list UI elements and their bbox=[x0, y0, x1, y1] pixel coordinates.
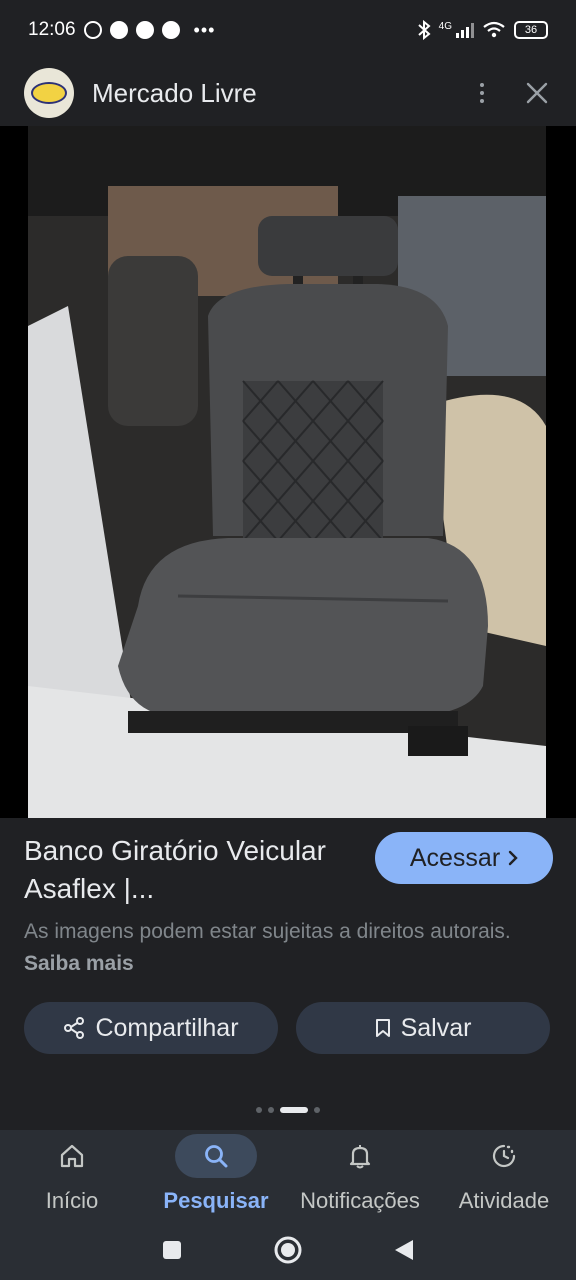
share-icon bbox=[64, 1017, 85, 1039]
system-navigation-bar bbox=[0, 1220, 576, 1280]
activity-icon bbox=[492, 1144, 516, 1168]
copyright-notice: As imagens podem estar sujeitas a direit… bbox=[24, 916, 534, 980]
signal-icon bbox=[456, 22, 474, 38]
bluetooth-icon bbox=[417, 20, 431, 40]
product-info-panel: Banco Giratório Veicular Asaflex |... Ac… bbox=[0, 818, 576, 1090]
status-time: 12:06 bbox=[28, 19, 76, 40]
alarm-icon bbox=[83, 21, 102, 39]
wifi-icon bbox=[483, 21, 505, 38]
recents-icon[interactable] bbox=[161, 1239, 183, 1261]
nav-label: Pesquisar bbox=[163, 1188, 269, 1213]
chevron-right-icon bbox=[508, 850, 518, 866]
share-button[interactable]: Compartilhar bbox=[24, 1002, 278, 1054]
nav-item-home[interactable]: Início bbox=[0, 1130, 144, 1220]
nav-label: Notificações bbox=[300, 1188, 420, 1213]
bookmark-icon bbox=[375, 1019, 390, 1037]
save-label: Salvar bbox=[400, 1013, 472, 1042]
nav-item-notifications[interactable]: Notificações bbox=[288, 1130, 432, 1220]
bottom-navigation: Início Pesquisar Notificações Atividade bbox=[0, 1130, 576, 1220]
carousel-indicator bbox=[0, 1090, 576, 1130]
status-bar: 12:06 ••• 4G 36 bbox=[0, 0, 576, 60]
carousel-dot bbox=[314, 1107, 320, 1113]
image-viewer[interactable] bbox=[0, 126, 576, 818]
facebook-icon bbox=[135, 21, 154, 39]
product-title[interactable]: Banco Giratório Veicular Asaflex |... bbox=[24, 832, 344, 908]
bell-icon bbox=[349, 1145, 371, 1169]
learn-more-link[interactable]: Saiba mais bbox=[24, 952, 134, 975]
facebook-icon bbox=[109, 21, 128, 39]
battery-icon: 36 bbox=[514, 21, 548, 39]
facebook-icon bbox=[161, 21, 180, 39]
nav-label: Início bbox=[45, 1188, 99, 1213]
back-icon[interactable] bbox=[393, 1238, 415, 1262]
carousel-dot bbox=[268, 1107, 274, 1113]
carousel-dot bbox=[256, 1107, 262, 1113]
battery-level: 36 bbox=[524, 24, 538, 36]
app-header: Mercado Livre bbox=[0, 60, 576, 126]
carousel-dot-active bbox=[280, 1107, 308, 1113]
home-button-icon[interactable] bbox=[273, 1235, 303, 1265]
copyright-text: As imagens podem estar sujeitas a direit… bbox=[24, 920, 511, 943]
share-label: Compartilhar bbox=[95, 1013, 239, 1042]
visit-button-label: Acessar bbox=[409, 843, 501, 872]
nav-item-activity[interactable]: Atividade bbox=[432, 1130, 576, 1220]
close-icon[interactable] bbox=[526, 82, 548, 104]
system-status: 4G 36 bbox=[417, 20, 548, 40]
product-image bbox=[28, 126, 546, 818]
home-icon bbox=[60, 1144, 84, 1168]
notification-icons: ••• bbox=[83, 19, 216, 41]
network-type: 4G bbox=[438, 20, 452, 32]
visit-button[interactable]: Acessar bbox=[375, 832, 553, 884]
more-notifications-icon: ••• bbox=[193, 19, 216, 40]
mercado-livre-logo bbox=[24, 68, 74, 118]
save-button[interactable]: Salvar bbox=[296, 1002, 550, 1054]
nav-item-search[interactable]: Pesquisar bbox=[144, 1130, 288, 1220]
search-icon bbox=[205, 1145, 228, 1168]
header-title: Mercado Livre bbox=[92, 77, 257, 108]
nav-label: Atividade bbox=[458, 1188, 550, 1213]
more-options-icon[interactable] bbox=[480, 83, 484, 103]
